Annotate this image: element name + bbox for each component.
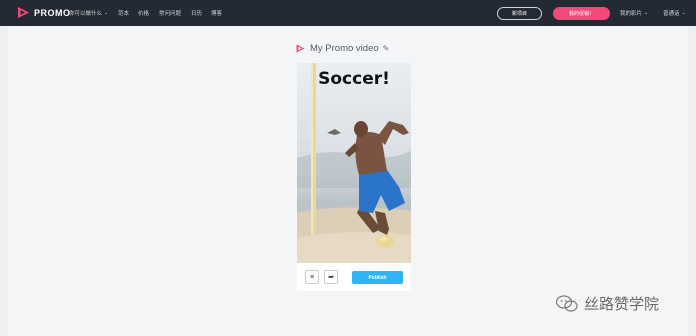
chevron-down-icon: ⌄ — [681, 10, 686, 16]
nav-label: 价格 — [138, 11, 150, 17]
nav-label: 你可以做什么 — [69, 11, 103, 17]
nav-label: 博客 — [211, 11, 223, 17]
edit-pencil-icon[interactable]: ✎ — [383, 44, 390, 53]
upgrade-button[interactable]: 我的促销！ — [553, 7, 610, 20]
my-videos-label: 我的影片 — [620, 11, 643, 17]
preview-controls: ≡ ➦ Publish — [297, 263, 411, 291]
nav-pricing[interactable]: 价格 — [138, 9, 149, 17]
wechat-watermark: 丝路赞学院 — [556, 293, 659, 314]
wechat-icon — [556, 294, 578, 312]
promo-play-icon — [296, 44, 305, 53]
promo-play-icon — [18, 7, 29, 18]
nav-label: 范本 — [118, 11, 130, 17]
watermark-text: 丝路赞学院 — [584, 296, 660, 313]
brand-name: PROMO — [34, 7, 71, 18]
preview-headline[interactable]: Soccer! — [297, 69, 411, 89]
my-videos-dropdown[interactable]: 我的影片 ⌄ — [620, 9, 648, 17]
video-title[interactable]: My Promo video — [310, 43, 379, 54]
new-project-button[interactable]: 新项目 — [497, 7, 542, 20]
settings-sliders-icon[interactable]: ≡ — [305, 270, 319, 284]
language-dropdown[interactable]: 普通话 ⌄ — [663, 9, 686, 17]
top-nav-bar: PROMO 你可以做什么 ⌄ 范本 价格 常问问题 日历 博客 新项目 我的促销… — [0, 0, 696, 26]
nav-label: 常问问题 — [159, 11, 182, 17]
nav-faq[interactable]: 常问问题 — [159, 9, 181, 17]
publish-button[interactable]: Publish — [352, 271, 403, 284]
video-preview[interactable]: Soccer! — [297, 63, 411, 263]
nav-label: 日历 — [191, 11, 203, 17]
video-title-row: My Promo video ✎ — [296, 43, 389, 54]
share-arrow-icon[interactable]: ➦ — [324, 270, 338, 284]
language-label: 普通话 — [663, 11, 680, 17]
soccer-scene-image — [297, 63, 411, 263]
chevron-down-icon: ⌄ — [104, 10, 109, 16]
nav-what-can-you-do[interactable]: 你可以做什么 ⌄ — [69, 9, 108, 17]
nav-templates[interactable]: 范本 — [118, 9, 129, 17]
chevron-down-icon: ⌄ — [644, 10, 649, 16]
nav-blog[interactable]: 博客 — [211, 9, 222, 17]
promo-logo[interactable]: PROMO — [17, 6, 71, 19]
nav-calendar[interactable]: 日历 — [191, 9, 202, 17]
